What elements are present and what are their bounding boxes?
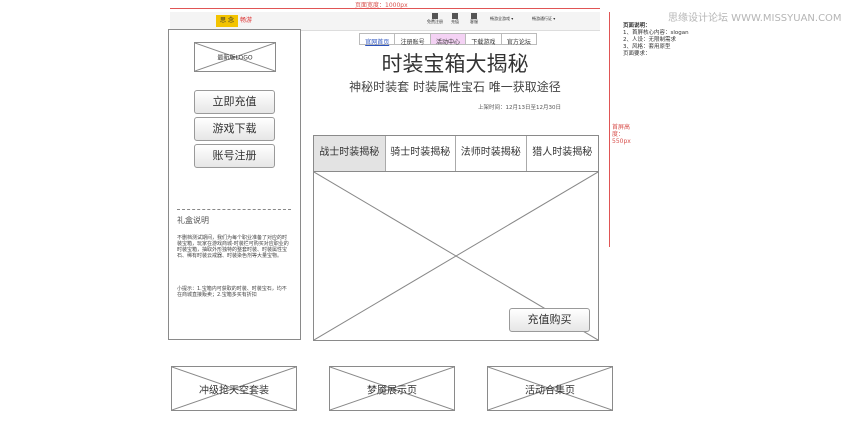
notes-line: 2、人设：无限制需求 [623,37,676,43]
sale-date: 上架时间：12月13日至12月30日 [478,105,561,111]
register-button[interactable]: 账号注册 [194,144,275,168]
page-subtitle: 神秘时装套 时装属性宝石 唯一获取途径 [349,80,561,94]
tab-warrior[interactable]: 战士时装揭秘 [314,136,386,171]
chevron-down-icon: ▾ [553,16,556,21]
passport-dropdown[interactable]: 畅游通行证 ▾ [532,16,555,22]
notes-line: 3、风格：套用原型 [623,44,671,50]
gift-description: 不删档测试期间，我们为每个职业准备了对应的时装宝箱，玩家在游戏商城-时装栏可购买… [177,235,289,259]
page-title: 时装宝箱大揭秘 [381,52,529,76]
nav-download[interactable]: 下载游戏 [466,34,502,46]
watermark: 思缘设计论坛 WWW.MISSYUAN.COM [668,13,842,24]
register-icon-group[interactable]: 免费注册 [425,13,445,25]
nav-events[interactable]: 活动中心 [430,34,467,46]
notes-line: 1、首屏核心内容：slogan [623,30,689,36]
recharge-icon-group[interactable]: 充值 [447,13,463,25]
nav-forum[interactable]: 官方论坛 [502,34,536,46]
sidebar-divider [177,209,291,210]
tab-mage[interactable]: 法师时装揭秘 [456,136,527,171]
recharge-button[interactable]: 立即充值 [194,90,275,114]
chevron-down-icon: ▾ [511,16,514,21]
buy-button[interactable]: 充值购买 [509,308,590,332]
logo-placeholder: 最新版LOGO [194,42,276,72]
gift-title: 礼盒说明 [177,216,209,225]
height-ruler [609,12,610,247]
brand-logo[interactable]: 思 念 [216,15,238,27]
nav-home[interactable]: 官网首页 [360,34,396,46]
bottom-link-events[interactable]: 活动合集页 [487,366,613,411]
download-button[interactable]: 游戏下载 [194,117,275,141]
main-nav: 官网首页 注册账号 活动中心 下载游戏 官方论坛 [359,33,537,46]
games-dropdown[interactable]: 畅游全游戏 ▾ [490,16,513,22]
tab-hunter[interactable]: 猎人时装揭秘 [527,136,598,171]
page-notes: 页面说明： 1、首屏核心内容：slogan 2、人设：无限制需求 3、风格：套用… [623,23,693,58]
notes-line: 页面要求： [623,51,651,57]
changyou-logo[interactable]: 畅游 [240,15,252,27]
tab-bar: 战士时装揭秘 骑士时装揭秘 法师时装揭秘 猎人时装揭秘 [314,136,598,172]
sidebar: 最新版LOGO 立即充值 游戏下载 账号注册 礼盒说明 不删档测试期间，我们为每… [168,29,301,340]
width-annotation: 页面宽度：1000px [355,2,408,9]
bottom-link-nightmare[interactable]: 梦魇展示页 [329,366,455,411]
bottom-link-skyset[interactable]: 冲级抢天空套装 [171,366,297,411]
gift-tip: 小提示：1.宝箱内可获取的时装、时装宝石，均不在商城直接贩卖；2.宝箱多买有折扣 [177,286,287,298]
tab-panel: 战士时装揭秘 骑士时装揭秘 法师时装揭秘 猎人时装揭秘 充值购买 [313,135,599,341]
height-annotation: 首屏高度：550px [612,124,631,145]
nav-register[interactable]: 注册账号 [395,34,431,46]
tab-knight[interactable]: 骑士时装揭秘 [386,136,456,171]
service-icon-group[interactable]: 客服 [466,13,482,25]
notes-title: 页面说明： [623,23,651,29]
